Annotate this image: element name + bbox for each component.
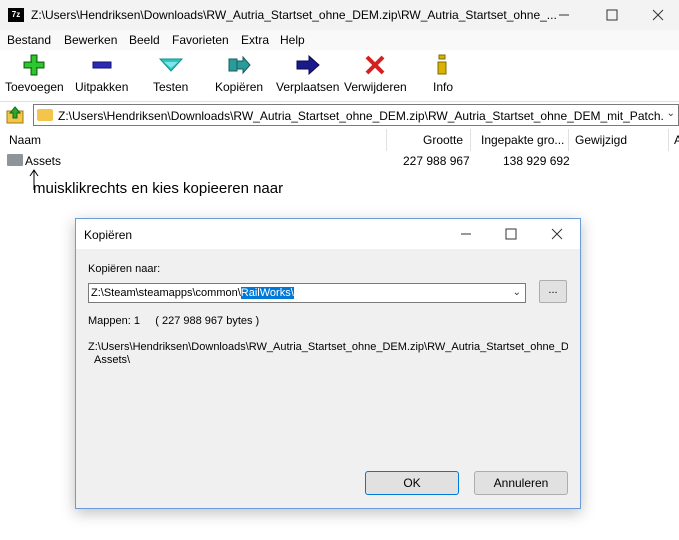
list-header: Naam Grootte Ingepakte gro... Gewijzigd …: [0, 129, 679, 151]
copy-to-label: Kopiëren naar:: [88, 263, 161, 275]
destination-combobox[interactable]: Z:\Steam\steamapps\common\RailWorks\ ⌄: [88, 283, 526, 303]
source-subfolder: Assets\: [94, 354, 131, 366]
menu-item-help[interactable]: Help: [280, 33, 305, 47]
column-divider: [668, 129, 669, 151]
address-row: Z:\Users\Hendriksen\Downloads\RW_Autria_…: [0, 103, 679, 127]
title-bar: 7z Z:\Users\Hendriksen\Downloads\RW_Autr…: [0, 0, 679, 30]
extract-label: Uitpakken: [75, 80, 129, 94]
up-folder-button[interactable]: [4, 105, 26, 125]
dialog-title: Kopiëren: [84, 228, 133, 242]
info-button[interactable]: Info: [431, 54, 455, 100]
menu-item-extra[interactable]: Extra: [241, 33, 269, 47]
folder-icon: [7, 154, 23, 166]
folder-up-icon: [6, 106, 24, 124]
destination-selected-text: RailWorks\: [240, 287, 294, 299]
folders-info: Mappen: 1 ( 227 988 967 bytes ): [88, 315, 260, 327]
cancel-button[interactable]: Annuleren: [474, 471, 568, 495]
minimize-icon: [559, 14, 569, 16]
copy-label: Kopiëren: [215, 80, 264, 94]
dialog-minimize-button[interactable]: [443, 219, 489, 249]
move-label: Verplaatsen: [276, 80, 340, 94]
test-label: Testen: [153, 80, 189, 94]
add-label: Toevoegen: [5, 80, 64, 94]
list-item[interactable]: Assets 227 988 967 138 929 692: [0, 152, 679, 170]
menu-item-bewerken[interactable]: Bewerken: [64, 33, 117, 47]
copy-button[interactable]: Kopiëren: [215, 54, 263, 100]
destination-value[interactable]: Z:\Steam\steamapps\common\RailWorks\: [91, 287, 294, 299]
dialog-maximize-button[interactable]: [488, 219, 534, 249]
destination-prefix: Z:\Steam\steamapps\common\: [91, 287, 241, 299]
delete-button[interactable]: Verwijderen: [344, 54, 407, 100]
source-path: Z:\Users\Hendriksen\Downloads\RW_Autria_…: [88, 341, 568, 353]
test-button[interactable]: Testen: [153, 54, 188, 100]
column-modified[interactable]: Gewijzigd: [575, 133, 627, 147]
menu-item-beeld[interactable]: Beeld: [129, 33, 160, 47]
column-divider: [386, 129, 387, 151]
menu-item-bestand[interactable]: Bestand: [7, 33, 51, 47]
ok-button[interactable]: OK: [365, 471, 459, 495]
info-label: Info: [432, 80, 453, 94]
column-attributes[interactable]: A: [674, 133, 679, 147]
browse-button[interactable]: ...: [539, 280, 567, 303]
dialog-title-bar: Kopiëren: [76, 219, 580, 249]
close-button[interactable]: [635, 0, 679, 30]
add-button[interactable]: Toevoegen: [5, 54, 64, 100]
address-field[interactable]: Z:\Users\Hendriksen\Downloads\RW_Autria_…: [33, 104, 679, 126]
close-icon: [652, 9, 664, 21]
move-button[interactable]: Verplaatsen: [276, 54, 339, 100]
chevron-down-icon[interactable]: ⌄: [513, 287, 521, 298]
minimize-button[interactable]: [541, 0, 587, 30]
delete-label: Verwijderen: [344, 80, 407, 94]
plus-icon: [22, 54, 46, 76]
maximize-icon: [505, 228, 517, 240]
annotation-text: muisklikrechts en kies kopieeren naar: [33, 180, 284, 197]
column-size[interactable]: Grootte: [423, 133, 463, 147]
copy-dialog: Kopiëren Kopiëren naar: Z:\Steam\steamap…: [75, 218, 581, 509]
window-title: Z:\Users\Hendriksen\Downloads\RW_Autria_…: [31, 8, 557, 22]
item-size: 227 988 967: [403, 154, 470, 168]
item-name: Assets: [25, 154, 62, 168]
folder-icon: [37, 109, 53, 121]
menu-item-favorieten[interactable]: Favorieten: [172, 33, 229, 47]
close-icon: [551, 228, 563, 240]
item-packed-size: 138 929 692: [503, 154, 570, 168]
toolbar: Toevoegen Uitpakken Testen Kopiëren Verp…: [0, 50, 679, 102]
info-icon: [431, 54, 455, 76]
check-icon: [158, 54, 183, 76]
minimize-icon: [461, 233, 471, 235]
chevron-down-icon[interactable]: ⌄: [667, 108, 675, 119]
maximize-button[interactable]: [589, 0, 635, 30]
column-packed-size[interactable]: Ingepakte gro...: [481, 133, 564, 147]
maximize-icon: [606, 9, 618, 21]
delete-x-icon: [363, 54, 387, 76]
extract-button[interactable]: Uitpakken: [75, 54, 128, 100]
minus-icon: [90, 54, 114, 76]
column-name[interactable]: Naam: [9, 133, 41, 147]
address-path: Z:\Users\Hendriksen\Downloads\RW_Autria_…: [58, 109, 663, 123]
arrow-right-icon: [296, 54, 320, 76]
app-icon: 7z: [8, 8, 24, 22]
dialog-close-button[interactable]: [534, 219, 580, 249]
column-divider: [568, 129, 569, 151]
menu-bar: Bestand Bewerken Beeld Favorieten Extra …: [0, 30, 679, 50]
column-divider: [470, 129, 471, 151]
copy-arrow-icon: [227, 54, 251, 76]
